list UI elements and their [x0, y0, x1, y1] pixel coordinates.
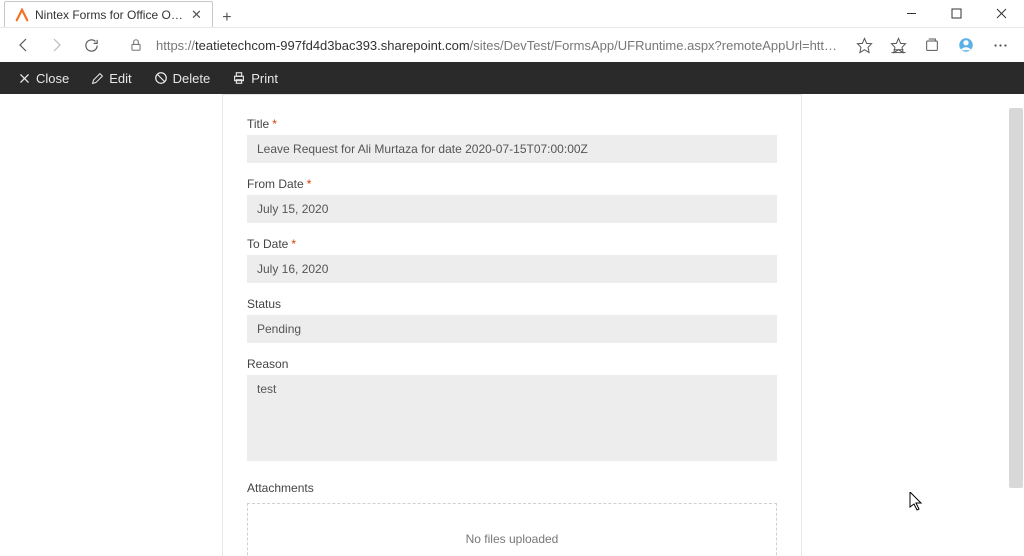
nav-refresh-button[interactable]	[76, 30, 106, 60]
delete-label: Delete	[173, 71, 211, 86]
required-indicator: *	[272, 117, 277, 131]
reason-value: test	[247, 375, 777, 461]
nav-back-button[interactable]	[8, 30, 38, 60]
url-path: /sites/DevTest/FormsApp/UFRuntime.aspx?r…	[470, 38, 844, 53]
field-from-date: From Date* July 15, 2020	[247, 177, 777, 223]
field-reason: Reason test	[247, 357, 777, 461]
required-indicator: *	[307, 177, 312, 191]
to-date-value: July 16, 2020	[247, 255, 777, 283]
url-prefix: https://	[156, 38, 195, 53]
page-content: Title* Leave Request for Ali Murtaza for…	[0, 94, 1024, 556]
field-attachments: Attachments No files uploaded	[247, 481, 777, 556]
attachments-empty-text: No files uploaded	[466, 532, 559, 546]
nav-forward-button[interactable]	[42, 30, 72, 60]
edit-label: Edit	[109, 71, 131, 86]
title-label: Title	[247, 117, 269, 131]
nintex-favicon-icon	[15, 8, 29, 22]
collections-icon[interactable]	[916, 30, 948, 60]
status-label: Status	[247, 297, 281, 311]
required-indicator: *	[291, 237, 296, 251]
lock-icon[interactable]	[124, 38, 148, 52]
tab-title: Nintex Forms for Office O365	[35, 8, 185, 22]
attachments-dropzone[interactable]: No files uploaded	[247, 503, 777, 556]
scrollbar-thumb[interactable]	[1009, 108, 1023, 488]
tab-strip: Nintex Forms for Office O365 ✕ +	[0, 0, 241, 27]
url-host: teatietechcom-997fd4d3bac393.sharepoint.…	[195, 38, 470, 53]
form-card: Title* Leave Request for Ali Murtaza for…	[222, 94, 802, 556]
from-date-label: From Date	[247, 177, 304, 191]
form-command-bar: Close Edit Delete Print	[0, 62, 1024, 94]
to-date-label: To Date	[247, 237, 288, 251]
print-button[interactable]: Print	[224, 62, 286, 94]
field-status: Status Pending	[247, 297, 777, 343]
tab-close-icon[interactable]: ✕	[191, 7, 202, 23]
window-close-button[interactable]	[979, 0, 1024, 27]
window-controls	[889, 0, 1024, 27]
new-tab-button[interactable]: +	[213, 9, 241, 27]
window-minimize-button[interactable]	[889, 0, 934, 27]
edit-button[interactable]: Edit	[83, 62, 139, 94]
navbar-right-icons	[848, 30, 1016, 60]
close-button[interactable]: Close	[10, 62, 77, 94]
status-value: Pending	[247, 315, 777, 343]
address-bar[interactable]: https://teatietechcom-997fd4d3bac393.sha…	[152, 38, 844, 53]
close-label: Close	[36, 71, 69, 86]
field-title: Title* Leave Request for Ali Murtaza for…	[247, 117, 777, 163]
reason-label: Reason	[247, 357, 288, 371]
more-menu-icon[interactable]	[984, 30, 1016, 60]
field-to-date: To Date* July 16, 2020	[247, 237, 777, 283]
browser-navbar: https://teatietechcom-997fd4d3bac393.sha…	[0, 28, 1024, 62]
window-titlebar: Nintex Forms for Office O365 ✕ +	[0, 0, 1024, 28]
window-maximize-button[interactable]	[934, 0, 979, 27]
profile-icon[interactable]	[950, 30, 982, 60]
attachments-label: Attachments	[247, 481, 314, 495]
delete-button[interactable]: Delete	[146, 62, 219, 94]
from-date-value: July 15, 2020	[247, 195, 777, 223]
title-value: Leave Request for Ali Murtaza for date 2…	[247, 135, 777, 163]
print-label: Print	[251, 71, 278, 86]
favorite-star-icon[interactable]	[848, 30, 880, 60]
browser-tab-active[interactable]: Nintex Forms for Office O365 ✕	[4, 1, 213, 27]
favorites-hub-icon[interactable]	[882, 30, 914, 60]
